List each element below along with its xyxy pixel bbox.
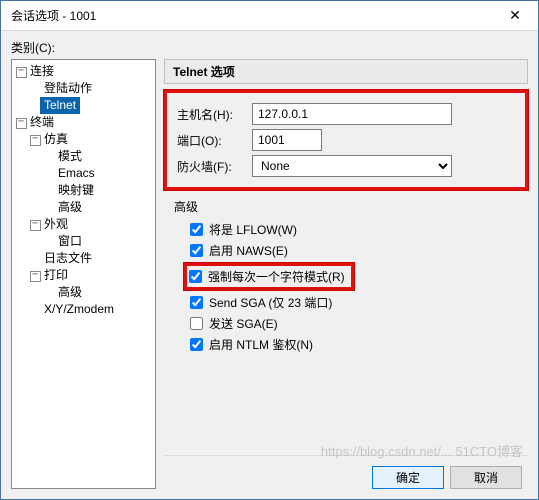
firewall-select[interactable]: None: [252, 155, 452, 177]
tree-node-connection[interactable]: 连接: [16, 63, 57, 80]
tree-node-telnet[interactable]: Telnet: [40, 97, 80, 114]
chk-naws[interactable]: [190, 244, 203, 257]
cancel-button[interactable]: 取消: [450, 466, 522, 489]
tree-node-window[interactable]: 窗口: [44, 233, 85, 250]
category-tree[interactable]: 连接 登陆动作 Telnet 终端 仿真 模式: [11, 59, 156, 489]
tree-node-mapkey[interactable]: 映射键: [44, 182, 97, 199]
chk-force-label: 强制每次一个字符模式(R): [208, 268, 345, 285]
tree-node-adv1[interactable]: 高级: [44, 199, 85, 216]
tree-node-mode[interactable]: 模式: [44, 148, 85, 165]
host-input[interactable]: [252, 103, 452, 125]
chk-ntlm-label: 启用 NTLM 鉴权(N): [209, 336, 313, 353]
chk-ntlm[interactable]: [190, 338, 203, 351]
tree-node-login[interactable]: 登陆动作: [30, 80, 95, 97]
chk-lflow-label: 将是 LFLOW(W): [209, 221, 297, 238]
chk-sga23-label: Send SGA (仅 23 端口): [209, 294, 332, 311]
chk-send-sga-label: 发送 SGA(E): [209, 315, 278, 332]
force-char-group: 强制每次一个字符模式(R): [184, 263, 354, 290]
category-label: 类别(C):: [11, 39, 528, 56]
tree-node-terminal[interactable]: 终端: [16, 114, 57, 131]
advanced-label: 高级: [174, 198, 528, 215]
chk-sga23[interactable]: [190, 296, 203, 309]
titlebar: 会话选项 - 1001 ✕: [1, 1, 538, 31]
connection-group: 主机名(H): 端口(O): 防火墙(F): None: [164, 90, 528, 190]
tree-node-adv2[interactable]: 高级: [44, 284, 85, 301]
window-title: 会话选项 - 1001: [11, 7, 492, 24]
close-icon[interactable]: ✕: [492, 2, 538, 30]
port-label: 端口(O):: [177, 132, 252, 149]
tree-node-xyz[interactable]: X/Y/Zmodem: [30, 301, 117, 318]
chk-send-sga[interactable]: [190, 317, 203, 330]
host-label: 主机名(H):: [177, 106, 252, 123]
tree-node-print[interactable]: 打印: [30, 267, 71, 284]
chk-force[interactable]: [189, 270, 202, 283]
tree-node-appearance[interactable]: 外观: [30, 216, 71, 233]
chk-lflow[interactable]: [190, 223, 203, 236]
port-input[interactable]: [252, 129, 322, 151]
ok-button[interactable]: 确定: [372, 466, 444, 489]
tree-node-emacs[interactable]: Emacs: [44, 165, 98, 182]
tree-node-log[interactable]: 日志文件: [30, 250, 95, 267]
firewall-label: 防火墙(F):: [177, 158, 252, 175]
panel-header: Telnet 选项: [164, 59, 528, 84]
tree-node-emulation[interactable]: 仿真: [30, 131, 71, 148]
chk-naws-label: 启用 NAWS(E): [209, 242, 288, 259]
